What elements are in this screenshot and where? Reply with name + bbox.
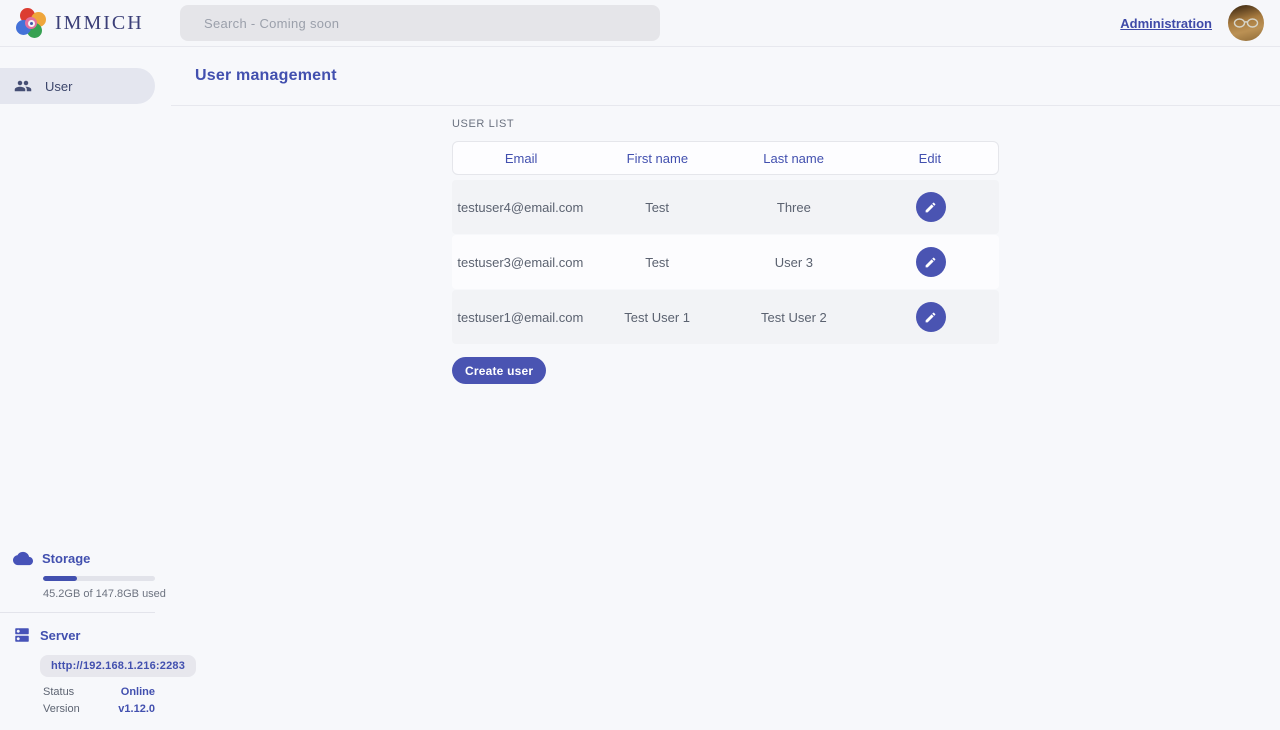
cell-first-name: Test [589, 255, 726, 270]
version-value: v1.12.0 [118, 703, 155, 715]
cell-edit [862, 192, 999, 222]
pencil-icon [924, 201, 937, 214]
status-label: Status [43, 686, 74, 698]
table-row: testuser1@email.com Test User 1 Test Use… [452, 290, 999, 344]
pencil-icon [924, 256, 937, 269]
server-section-header: Server [0, 625, 171, 645]
cell-last-name: User 3 [726, 255, 863, 270]
table-row: testuser3@email.com Test User 3 [452, 235, 999, 289]
column-header-edit: Edit [862, 151, 998, 166]
status-value: Online [121, 686, 155, 698]
column-header-email: Email [453, 151, 589, 166]
column-header-first-name: First name [589, 151, 725, 166]
edit-user-button[interactable] [916, 192, 946, 222]
cell-email: testuser4@email.com [452, 200, 589, 215]
user-list-section: USER LIST Email First name Last name Edi… [452, 118, 999, 384]
table-body: testuser4@email.com Test Three testuser3… [452, 180, 999, 344]
administration-link[interactable]: Administration [1120, 16, 1212, 31]
main-content: USER LIST Email First name Last name Edi… [171, 106, 1280, 384]
cell-email: testuser3@email.com [452, 255, 589, 270]
cell-first-name: Test [589, 200, 726, 215]
storage-progress-fill [43, 576, 77, 581]
user-list-label: USER LIST [452, 118, 999, 130]
pencil-icon [924, 311, 937, 324]
server-title: Server [40, 628, 80, 643]
app-title: IMMICH [55, 12, 144, 35]
glasses-icon [1233, 18, 1259, 28]
sidebar-item-user[interactable]: User [0, 68, 155, 104]
immich-flower-icon [16, 8, 46, 38]
top-bar: IMMICH Administration [0, 0, 1280, 47]
user-avatar[interactable] [1228, 5, 1264, 41]
sidebar-status-panel: Storage 45.2GB of 147.8GB used Server ht… [0, 548, 171, 715]
column-header-last-name: Last name [726, 151, 862, 166]
main-header: User management [171, 47, 1280, 106]
version-label: Version [43, 703, 80, 715]
flower-center [25, 17, 37, 29]
users-icon [14, 77, 32, 95]
table-header-row: Email First name Last name Edit [452, 141, 999, 175]
server-version-row: Version v1.12.0 [43, 703, 155, 715]
cell-edit [862, 247, 999, 277]
cell-email: testuser1@email.com [452, 310, 589, 325]
create-user-button[interactable]: Create user [452, 357, 546, 384]
storage-progress-bar [43, 576, 155, 581]
table-row: testuser4@email.com Test Three [452, 180, 999, 234]
main-panel: User management USER LIST Email First na… [171, 47, 1280, 730]
app-logo[interactable]: IMMICH [16, 8, 144, 38]
server-url-badge: http://192.168.1.216:2283 [40, 655, 196, 677]
cloud-icon [13, 551, 33, 566]
dns-server-icon [13, 626, 31, 644]
search-input[interactable] [180, 5, 660, 41]
edit-user-button[interactable] [916, 302, 946, 332]
sidebar: User Storage 45.2GB of 147.8GB used Serv… [0, 47, 171, 730]
cell-edit [862, 302, 999, 332]
page-title: User management [195, 67, 337, 85]
topbar-right: Administration [1120, 5, 1264, 41]
sidebar-item-user-label: User [45, 79, 72, 94]
storage-usage-text: 45.2GB of 147.8GB used [43, 588, 171, 600]
server-status-row: Status Online [43, 686, 155, 698]
sidebar-divider [0, 612, 155, 613]
cell-last-name: Test User 2 [726, 310, 863, 325]
edit-user-button[interactable] [916, 247, 946, 277]
storage-title: Storage [42, 551, 90, 566]
cell-first-name: Test User 1 [589, 310, 726, 325]
storage-section-header: Storage [0, 548, 171, 568]
cell-last-name: Three [726, 200, 863, 215]
